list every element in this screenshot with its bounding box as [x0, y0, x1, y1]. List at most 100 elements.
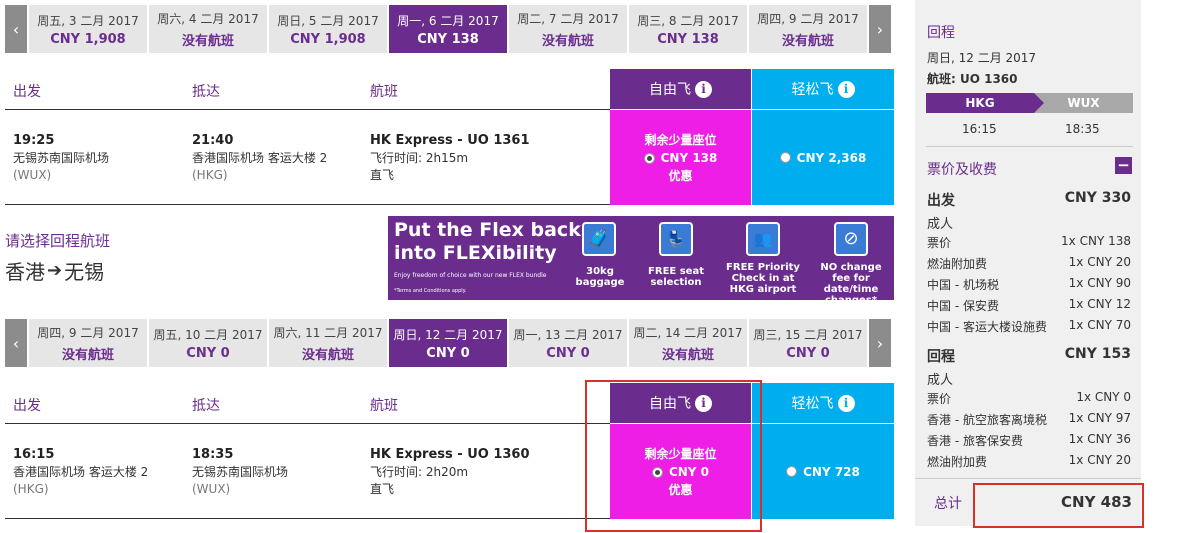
date-label: 周日, 5 二月 2017 [277, 13, 379, 28]
outbound-arr-time: 21:40 [192, 133, 234, 148]
return-fare-easy-radio[interactable] [786, 466, 798, 477]
return-date-tab[interactable]: 周一, 13 二月 2017 CNY 0 [509, 319, 627, 367]
outbound-flight-info: 飞行时间: 2h15m 直飞 [370, 150, 468, 184]
date-label: 周二, 14 二月 2017 [633, 325, 743, 340]
collapse-icon[interactable]: − [1115, 157, 1132, 174]
outbound-stops: 直飞 [370, 168, 395, 182]
fare-freedom-header: 自由飞 i [610, 69, 751, 109]
outbound-next-arrow[interactable]: › [869, 5, 891, 53]
date-label: 周一, 6 二月 2017 [397, 13, 499, 28]
date-price: 没有航班 [61, 347, 114, 363]
outbound-fare-easy-price: CNY 2,368 [796, 150, 867, 165]
banner-line2: into FLEXibility [394, 242, 557, 264]
col-arrive-header: 抵达 [192, 398, 220, 414]
divider [5, 109, 610, 110]
divider [5, 423, 610, 424]
date-label: 周四, 9 二月 2017 [757, 11, 859, 26]
route-to: WUX [1067, 96, 1100, 110]
outbound-prev-arrow[interactable]: ‹ [5, 5, 27, 53]
flex-promo-banner[interactable]: Put the Flex back into FLEXibility Enjoy … [388, 216, 894, 300]
date-price: CNY 0 [186, 345, 230, 361]
date-label: 周四, 9 二月 2017 [37, 325, 139, 340]
summary-dep-time: 16:15 [962, 122, 997, 136]
fee-item-label: 票价 [927, 236, 952, 250]
date-price: CNY 1,908 [50, 31, 126, 47]
banner-item-checkin: FREE Priority Check in at HKG airport [726, 262, 800, 295]
fare-easy-label: 轻松飞 [791, 82, 834, 98]
return-date-tab[interactable]: 周四, 9 二月 2017 没有航班 [29, 319, 147, 367]
fare-easy-header: 轻松飞 i [752, 383, 894, 423]
return-prompt-title: 请选择回程航班 [5, 232, 111, 250]
date-price: CNY 138 [657, 31, 719, 47]
route-to-segment: WUX [1034, 93, 1133, 113]
fee-item-value: 1x CNY 138 [1061, 234, 1131, 248]
fee-item-label: 香港 - 航空旅客离境税 [927, 413, 1047, 427]
return-dep-airport: 香港国际机场 客运大楼 2 (HKG) [13, 464, 148, 498]
date-price: CNY 0 [786, 345, 830, 361]
outbound-flight-number: HK Express - UO 1361 [370, 133, 530, 148]
outbound-arr-code: (HKG) [192, 168, 228, 182]
outbound-fare-easy-radio[interactable] [779, 152, 791, 163]
return-arr-time: 18:35 [192, 447, 234, 462]
outbound-fare-note: 剩余少量座位 [644, 132, 717, 147]
return-pax: 成人 [927, 373, 954, 388]
outbound-dep-airport-name: 无锡苏南国际机场 [13, 151, 110, 165]
return-from: 香港 [5, 260, 45, 284]
divider [926, 146, 1133, 147]
fee-item-value: 1x CNY 90 [1068, 276, 1131, 290]
arrow-right-icon: ➔ [47, 260, 63, 281]
return-prev-arrow[interactable]: ‹ [5, 319, 27, 367]
outbound-fee-label: 出发 [927, 193, 955, 209]
fare-easy-label: 轻松飞 [791, 396, 834, 412]
banner-headline: Put the Flex back into FLEXibility [394, 219, 581, 265]
info-icon[interactable]: i [695, 80, 712, 98]
return-date-tab[interactable]: 周六, 11 二月 2017 没有航班 [269, 319, 387, 367]
banner-item-nofee: NO change fee for date/time changes* [820, 262, 882, 300]
summary-arr-time: 18:35 [1065, 122, 1100, 136]
outbound-fare-tag: 优惠 [668, 168, 693, 183]
return-fare-easy-price: CNY 728 [803, 464, 860, 479]
return-date-tab[interactable]: 周日, 12 二月 2017 CNY 0 [389, 319, 507, 367]
return-duration: 飞行时间: 2h20m [370, 465, 469, 479]
date-price: 没有航班 [181, 33, 234, 49]
return-dep-code: (HKG) [13, 482, 49, 496]
outbound-date-tab[interactable]: 周日, 5 二月 2017 CNY 1,908 [269, 5, 387, 53]
outbound-date-tab[interactable]: 周四, 9 二月 2017 没有航班 [749, 5, 867, 53]
return-arr-airport-name: 无锡苏南国际机场 [192, 465, 289, 479]
date-price: 没有航班 [661, 347, 714, 363]
date-price: 没有航班 [301, 347, 354, 363]
return-date-tab[interactable]: 周二, 14 二月 2017 没有航班 [629, 319, 747, 367]
return-date-tab[interactable]: 周五, 10 二月 2017 CNY 0 [149, 319, 267, 367]
fare-freedom-label: 自由飞 [649, 82, 691, 98]
fare-easy-header: 轻松飞 i [752, 69, 894, 109]
outbound-fare-freedom-price: CNY 138 [660, 150, 718, 165]
info-icon[interactable]: i [837, 394, 855, 412]
return-fare-easy[interactable]: CNY 728 [752, 424, 894, 519]
return-arr-code: (WUX) [192, 482, 231, 496]
outbound-fare-freedom-radio[interactable] [643, 152, 655, 164]
outbound-date-tab[interactable]: 周二, 7 二月 2017 没有航班 [509, 5, 627, 53]
outbound-date-tab[interactable]: 周六, 4 二月 2017 没有航班 [149, 5, 267, 53]
banner-sub: Enjoy freedom of choice with our new FLE… [394, 272, 547, 279]
divider [915, 478, 1141, 479]
outbound-date-tab[interactable]: 周五, 3 二月 2017 CNY 1,908 [29, 5, 147, 53]
date-price: CNY 1,908 [290, 31, 366, 47]
outbound-fare-freedom[interactable]: 剩余少量座位 CNY 138 优惠 [610, 110, 751, 205]
date-price: CNY 0 [426, 345, 470, 361]
outbound-date-tab[interactable]: 周三, 8 二月 2017 CNY 138 [629, 5, 747, 53]
return-next-arrow[interactable]: › [869, 319, 891, 367]
return-dep-airport-name: 香港国际机场 客运大楼 2 [13, 465, 149, 479]
return-dep-time: 16:15 [13, 447, 55, 462]
return-flight-info: 飞行时间: 2h20m 直飞 [370, 464, 468, 498]
outbound-fare-easy[interactable]: CNY 2,368 [752, 110, 894, 205]
info-icon[interactable]: i [837, 80, 855, 98]
outbound-dep-code: (WUX) [13, 168, 52, 182]
return-fee-total: CNY 153 [1064, 346, 1131, 362]
outbound-dep-airport: 无锡苏南国际机场 (WUX) [13, 150, 109, 184]
divider [5, 204, 610, 205]
outbound-date-bar: ‹ 周五, 3 二月 2017 CNY 1,908 周六, 4 二月 2017 没有航… [5, 5, 894, 53]
outbound-date-tab[interactable]: 周一, 6 二月 2017 CNY 138 [389, 5, 507, 53]
return-to: 无锡 [64, 260, 105, 284]
fee-item-value: 1x CNY 70 [1068, 318, 1131, 332]
return-date-tab[interactable]: 周三, 15 二月 2017 CNY 0 [749, 319, 867, 367]
